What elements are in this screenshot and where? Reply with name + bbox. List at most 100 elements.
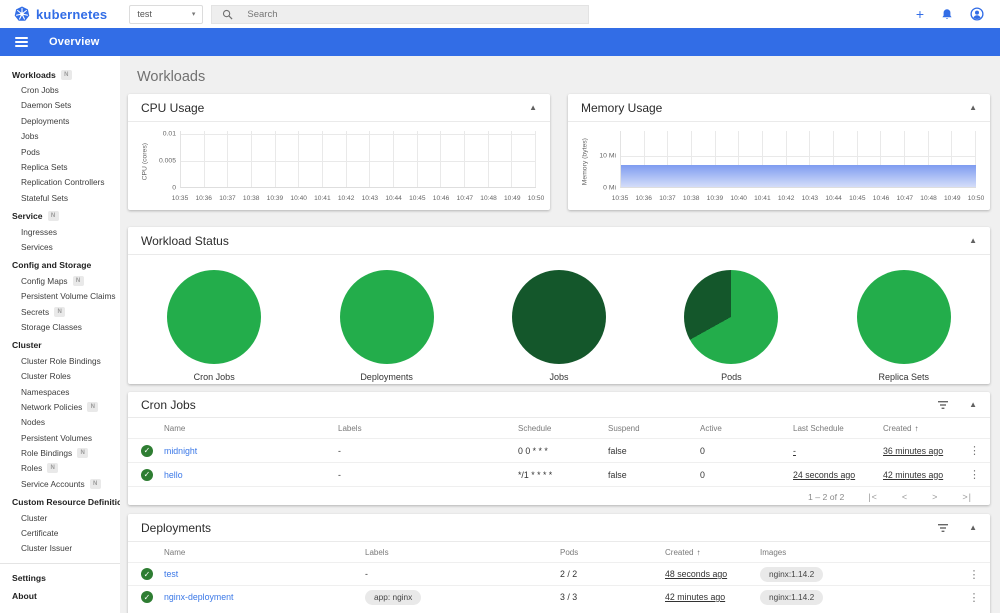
column-header-name[interactable]: Name [164,424,338,433]
namespaced-badge-icon: N [47,211,59,222]
collapse-caret-icon[interactable]: ▲ [529,103,537,112]
sidebar-item-about[interactable]: About [0,589,120,604]
cpu-x-tick: 10:37 [219,195,236,202]
sidebar-item-pods[interactable]: Pods [0,144,120,159]
sidebar-item-certificate[interactable]: Certificate [0,525,120,540]
sidebar-item-replica-sets[interactable]: Replica Sets [0,159,120,174]
pie-chart [856,270,951,364]
account-circle-icon[interactable] [970,7,984,21]
search-input[interactable] [247,8,579,20]
column-header-last-schedule[interactable]: Last Schedule [793,424,883,433]
main-content: Workloads CPU Usage ▲ CPU (cores) 10:35 1… [120,56,1000,613]
top-actions: + [916,7,984,21]
collapse-caret-icon[interactable]: ▲ [969,400,977,409]
memory-x-tick: 10:35 [611,195,629,202]
sidebar-item-label: Certificate [21,528,59,539]
cron-job-name-link[interactable]: hello [164,470,338,480]
sidebar-item-ingresses[interactable]: Ingresses [0,224,120,239]
row-actions-button[interactable]: ⋮ [958,591,990,604]
namespace-select[interactable]: test ▾ [129,4,204,24]
sidebar-item-cron-jobs[interactable]: Cron Jobs [0,82,120,97]
column-header-schedule[interactable]: Schedule [518,424,608,433]
notifications-bell-icon[interactable] [941,8,953,21]
sidebar-item-workloads[interactable]: Workloads N [0,67,120,82]
sidebar-item-persistent-volume-claims[interactable]: Persistent Volume ClaimsN [0,288,120,303]
table-row: ✓ test - 2 / 2 48 seconds ago nginx:1.14.2 ⋮ [128,562,990,585]
namespaced-badge-icon: N [87,401,99,412]
cell-labels: - [338,445,341,456]
collapse-caret-icon[interactable]: ▲ [969,103,977,112]
cpu-x-tick: 10:35 [171,195,189,202]
collapse-caret-icon[interactable]: ▲ [969,236,977,245]
deployment-name-link[interactable]: test [164,569,365,579]
column-header-label: Suspend [608,423,640,433]
sidebar-item-namespaces[interactable]: Namespaces [0,384,120,399]
column-header-labels[interactable]: Labels [338,424,518,433]
sidebar-item-daemon-sets[interactable]: Daemon Sets [0,98,120,113]
column-header-created[interactable]: Created ↑ [883,424,959,433]
sidebar-item-config-maps[interactable]: Config Maps N [0,273,120,288]
sidebar-item-services[interactable]: Services [0,239,120,254]
sidebar-item-storage-classes[interactable]: Storage Classes [0,319,120,334]
memory-x-tick: 10:41 [754,195,771,202]
cron-job-name-link[interactable]: midnight [164,446,338,456]
pie-chart [511,270,606,364]
column-header-label: Last Schedule [793,423,844,433]
sidebar-item-service[interactable]: Service N [0,209,120,224]
magnifier-icon [222,9,233,20]
search-bar[interactable] [211,4,590,24]
sidebar-item-network-policies[interactable]: Network Policies N [0,399,120,414]
workload-status-card: Workload Status ▲ Cron Jobs Deployments Jo… [128,227,990,384]
sidebar-item-label: Cluster [12,340,42,351]
filter-icon[interactable] [937,400,949,410]
sidebar-item-replication-controllers[interactable]: Replication Controllers [0,175,120,190]
workload-pie-jobs: Jobs [499,270,619,382]
gridline [465,131,489,187]
deployment-name-link[interactable]: nginx-deployment [164,592,365,602]
sidebar-item-deployments[interactable]: Deployments [0,113,120,128]
column-header-created[interactable]: Created ↑ [665,548,760,557]
kubernetes-logo[interactable]: kubernetes [14,6,107,22]
column-header-pods[interactable]: Pods [560,548,665,557]
row-actions-button[interactable]: ⋮ [959,468,990,481]
column-header-label: Schedule [518,423,552,433]
next-page-button[interactable]: > [932,492,938,502]
cpu-x-tick: 10:40 [290,195,307,202]
sidebar-item-persistent-volumes[interactable]: Persistent Volumes [0,430,120,445]
sidebar-item-service-accounts[interactable]: Service Accounts N [0,476,120,491]
sidebar-item-cluster-roles[interactable]: Cluster Roles [0,368,120,383]
filter-icon[interactable] [937,523,949,533]
sidebar-item-label: Service [12,211,43,222]
gridline-horizontal [621,155,976,157]
column-header-labels[interactable]: Labels [365,548,560,557]
sidebar-item-label: Cluster Issuer [21,543,73,554]
sidebar-item-roles[interactable]: Roles N [0,461,120,476]
cell-suspend: false [608,469,627,480]
last-page-button[interactable]: >| [962,492,972,502]
sidebar-item-settings[interactable]: Settings [0,570,120,585]
sidebar-item-stateful-sets[interactable]: Stateful Sets [0,190,120,205]
sidebar-item-cluster[interactable]: Cluster [0,510,120,525]
column-header-suspend[interactable]: Suspend [608,424,700,433]
column-header-name[interactable]: Name [164,548,365,557]
row-actions-button[interactable]: ⋮ [958,568,990,581]
sidebar-item-secrets[interactable]: Secrets N [0,304,120,319]
row-actions-button[interactable]: ⋮ [959,444,990,457]
sidebar-item-jobs[interactable]: Jobs [0,129,120,144]
cpu-x-tick: 10:46 [432,195,450,202]
sidebar-item-cluster-role-bindings[interactable]: Cluster Role Bindings [0,353,120,368]
sidebar-item-cluster-issuer[interactable]: Cluster Issuer [0,541,120,556]
sidebar-item-nodes[interactable]: Nodes [0,415,120,430]
namespaced-badge-icon: N [89,478,101,489]
column-header-images[interactable]: Images [760,548,958,557]
collapse-caret-icon[interactable]: ▲ [969,523,977,532]
previous-page-button[interactable]: < [902,492,908,502]
sidebar-item-role-bindings[interactable]: Role Bindings N [0,445,120,460]
sidebar-item-custom-resource-definitions: Custom Resource Definitions [0,495,120,510]
first-page-button[interactable]: |< [868,492,878,502]
column-header-active[interactable]: Active [700,424,793,433]
memory-x-tick: 10:39 [706,195,724,202]
menu-hamburger-icon[interactable] [15,37,28,47]
create-resource-button[interactable]: + [916,7,924,21]
cell-last-schedule: 24 seconds ago [793,470,883,480]
